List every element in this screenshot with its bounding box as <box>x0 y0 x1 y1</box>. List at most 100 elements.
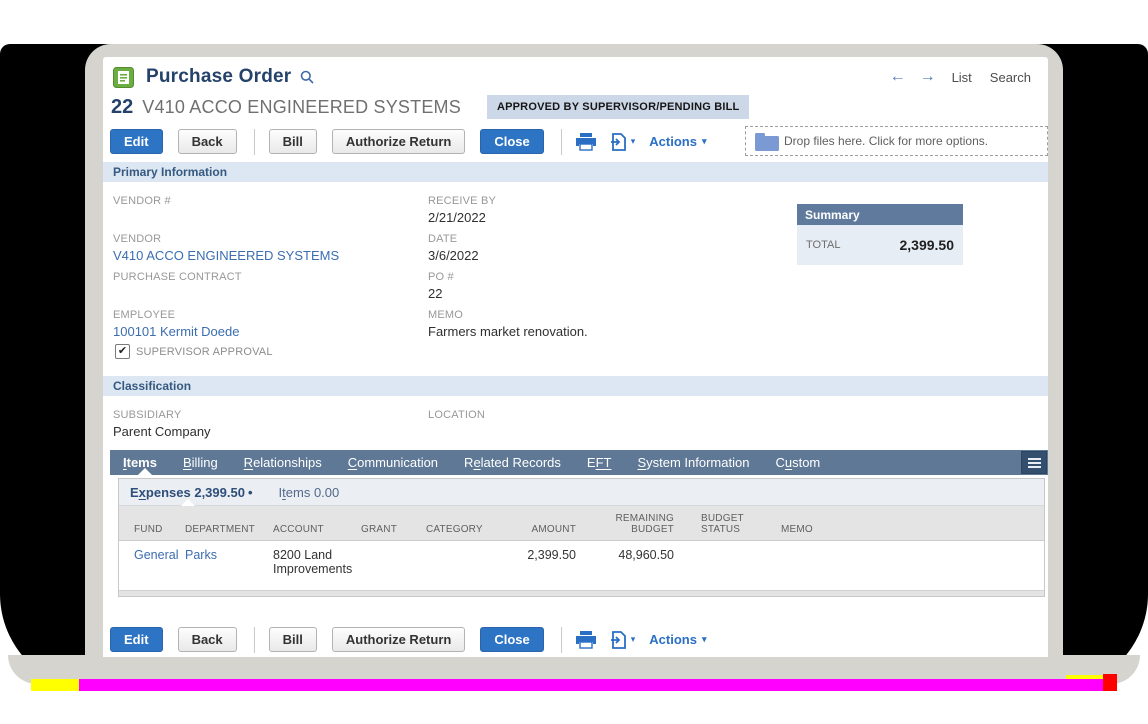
subtab-row: Expenses 2,399.50• Items 0.00 <box>119 479 1044 506</box>
tab-billing[interactable]: Billing <box>170 450 231 475</box>
export-caret-icon: ▾ <box>631 634 636 645</box>
account-cell: 8200 Land Improvements <box>273 541 361 593</box>
authorize-return-button[interactable]: Authorize Return <box>332 627 465 652</box>
list-link[interactable]: List <box>952 70 972 85</box>
folder-icon <box>755 133 779 151</box>
col-category[interactable]: CATEGORY <box>426 506 510 541</box>
field-label: RECEIVE BY <box>428 195 496 207</box>
field-po-number: PO # 22 <box>428 271 454 301</box>
field-subsidiary: SUBSIDIARY Parent Company <box>113 409 211 439</box>
bill-button[interactable]: Bill <box>269 129 317 154</box>
col-department[interactable]: DEPARTMENT <box>185 506 273 541</box>
supervisor-approval-checkbox[interactable]: ✔ <box>115 344 130 359</box>
decor-strip-magenta <box>79 679 1103 691</box>
vendor-link[interactable]: V410 ACCO ENGINEERED SYSTEMS <box>113 248 339 263</box>
close-button[interactable]: Close <box>480 129 543 154</box>
actions-menu[interactable]: Actions ▾ <box>649 632 706 647</box>
nav-forward-arrow-icon[interactable]: → <box>920 68 936 86</box>
col-budget-status[interactable]: BUDGET STATUS <box>678 506 758 541</box>
print-icon[interactable] <box>576 133 596 151</box>
col-fund[interactable]: FUND <box>119 506 185 541</box>
table-header-row: FUND DEPARTMENT ACCOUNT GRANT CATEGORY A… <box>119 506 1044 541</box>
actions-menu[interactable]: Actions ▾ <box>649 134 706 149</box>
field-label: EMPLOYEE <box>113 309 239 321</box>
tab-custom[interactable]: Custom <box>762 450 833 475</box>
status-badge: APPROVED BY SUPERVISOR/PENDING BILL <box>487 95 750 119</box>
field-label: MEMO <box>428 309 588 321</box>
fund-link[interactable]: General <box>134 548 178 562</box>
tab-eft[interactable]: EFT <box>574 450 625 475</box>
actions-caret-icon: ▾ <box>702 634 707 645</box>
field-purchase-contract: PURCHASE CONTRACT <box>113 271 242 286</box>
back-button[interactable]: Back <box>178 129 237 154</box>
field-receive-by: RECEIVE BY 2/21/2022 <box>428 195 496 225</box>
active-subtab-notch <box>181 499 195 506</box>
bill-button[interactable]: Bill <box>269 627 317 652</box>
col-remaining-budget[interactable]: REMAINING BUDGET <box>580 506 678 541</box>
file-dropzone[interactable]: Drop files here. Click for more options. <box>745 126 1048 156</box>
tab-system-information[interactable]: System Information <box>624 450 762 475</box>
close-button[interactable]: Close <box>480 627 543 652</box>
export-document-icon[interactable]: ▾ <box>610 631 636 649</box>
dropzone-text: Drop files here. Click for more options. <box>784 134 988 148</box>
primary-information-header[interactable]: Primary Information <box>103 162 1048 182</box>
export-document-icon[interactable]: ▾ <box>610 133 636 151</box>
field-value: 2/21/2022 <box>428 210 496 225</box>
tab-communication[interactable]: Communication <box>335 450 451 475</box>
supervisor-approval-field: ✔ SUPERVISOR APPROVAL <box>115 344 273 359</box>
export-caret-icon: ▾ <box>631 136 636 147</box>
toolbar-divider <box>254 627 255 653</box>
subtab-expenses[interactable]: Expenses 2,399.50• <box>130 485 253 500</box>
active-tab-notch <box>138 468 152 475</box>
tab-related-records[interactable]: Related Records <box>451 450 574 475</box>
edit-button[interactable]: Edit <box>110 129 163 154</box>
tab-menu-icon[interactable] <box>1021 451 1047 474</box>
bottom-toolbar: Edit Back Bill Authorize Return Close ▾ … <box>110 626 706 653</box>
search-link[interactable]: Search <box>990 70 1031 85</box>
field-employee: EMPLOYEE 100101 Kermit Doede <box>113 309 239 339</box>
items-panel: Expenses 2,399.50• Items 0.00 FUND DEPAR… <box>118 478 1045 597</box>
field-value: Parent Company <box>113 424 211 439</box>
search-icon[interactable] <box>300 70 314 84</box>
field-label: SUBSIDIARY <box>113 409 211 421</box>
items-amount: 0.00 <box>314 485 339 500</box>
record-header: Purchase Order ← → List Search <box>113 65 1040 89</box>
tab-items[interactable]: Items <box>110 450 170 475</box>
col-amount[interactable]: AMOUNT <box>510 506 580 541</box>
amount-cell: 2,399.50 <box>510 541 580 593</box>
actions-caret-icon: ▾ <box>702 136 707 147</box>
decor-strip-red <box>1103 674 1117 691</box>
classification-title: Classification <box>113 379 191 393</box>
table-row: General Parks 8200 Land Improvements 2,3… <box>119 541 1044 593</box>
summary-box: Summary TOTAL 2,399.50 <box>797 204 963 265</box>
col-memo[interactable]: MEMO <box>758 506 1044 541</box>
back-button[interactable]: Back <box>178 627 237 652</box>
expenses-table: FUND DEPARTMENT ACCOUNT GRANT CATEGORY A… <box>119 506 1044 592</box>
grant-cell <box>361 541 426 593</box>
authorize-return-button[interactable]: Authorize Return <box>332 129 465 154</box>
page-title: Purchase Order <box>146 66 291 88</box>
record-name: V410 ACCO ENGINEERED SYSTEMS <box>142 97 461 118</box>
col-grant[interactable]: GRANT <box>361 506 426 541</box>
top-toolbar: Edit Back Bill Authorize Return Close ▾ … <box>110 128 706 155</box>
department-link[interactable]: Parks <box>185 548 217 562</box>
field-label: PO # <box>428 271 454 283</box>
col-account[interactable]: ACCOUNT <box>273 506 361 541</box>
supervisor-approval-label: SUPERVISOR APPROVAL <box>136 346 273 358</box>
decor-strip-yellow-thin <box>1066 675 1103 679</box>
field-label: VENDOR <box>113 233 339 245</box>
table-bottom-scroll-strip[interactable] <box>119 590 1044 596</box>
subtab-items[interactable]: Items 0.00 <box>279 485 340 500</box>
employee-link[interactable]: 100101 Kermit Doede <box>113 324 239 339</box>
print-icon[interactable] <box>576 631 596 649</box>
summary-header: Summary <box>797 204 963 225</box>
field-date: DATE 3/6/2022 <box>428 233 479 263</box>
primary-information-title: Primary Information <box>113 165 227 179</box>
toolbar-divider <box>561 627 562 653</box>
edit-button[interactable]: Edit <box>110 627 163 652</box>
classification-header[interactable]: Classification <box>103 376 1048 396</box>
actions-label: Actions <box>649 632 697 647</box>
tab-relationships[interactable]: Relationships <box>231 450 335 475</box>
record-id: 22 <box>111 96 133 119</box>
nav-back-arrow-icon[interactable]: ← <box>890 68 906 86</box>
